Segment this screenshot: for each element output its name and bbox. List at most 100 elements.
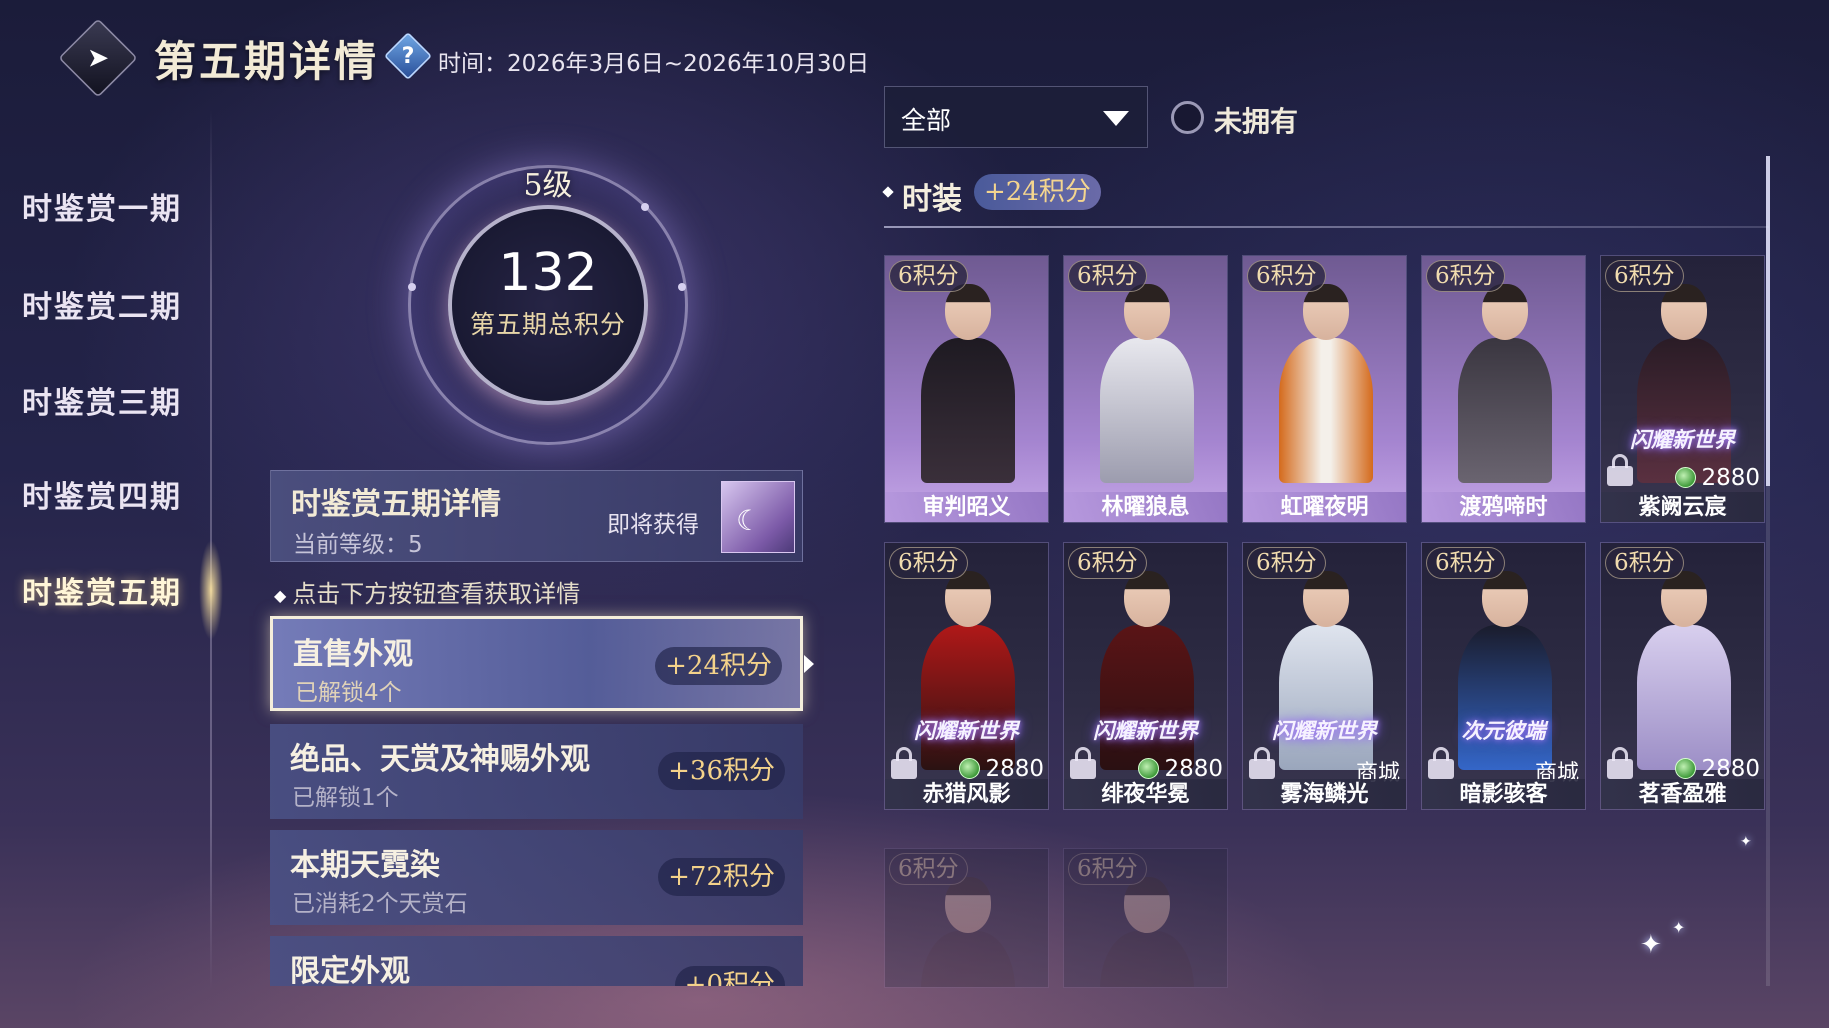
costume-card[interactable]: 6积分 闪耀新世界 商城 雾海鳞光 <box>1242 542 1407 810</box>
card-points-tag: 6积分 <box>889 547 968 579</box>
category-direct-sale[interactable]: 直售外观 已解锁4个 +24积分 <box>270 616 803 711</box>
costume-card[interactable]: 6积分 林曜狼息 <box>1063 255 1228 523</box>
ring-dot <box>641 203 649 211</box>
costume-card[interactable]: 6积分 闪耀新世界 2880 紫阙云宸 <box>1600 255 1765 523</box>
lock-icon <box>1607 747 1633 779</box>
costume-figure <box>915 867 1020 987</box>
detail-upcoming-label: 即将获得 <box>607 512 699 538</box>
jade-coin-icon <box>959 758 981 779</box>
brand-label: 次元彼端 <box>1461 718 1546 743</box>
unowned-radio[interactable] <box>1171 101 1204 134</box>
costume-figure <box>1094 867 1199 987</box>
ring-caption: 第五期总积分 <box>469 310 626 339</box>
brand-label: 闪耀新世界 <box>914 718 1019 743</box>
category-premium[interactable]: 绝品、天赏及神赐外观 已解锁1个 +36积分 <box>270 724 803 819</box>
price-label: 2880 <box>1675 464 1760 492</box>
category-points: +0积分 <box>674 966 785 986</box>
costume-card[interactable]: 6积分 闪耀新世界 2880 绯夜华冕 <box>1063 542 1228 810</box>
lock-icon <box>1428 747 1454 779</box>
costume-figure <box>915 274 1020 483</box>
figure-head <box>1124 571 1170 627</box>
sparkle-icon: ✦ <box>1740 834 1752 850</box>
category-limited[interactable]: 限定外观 +0积分 <box>270 936 803 986</box>
mask-reward-icon: ☾ <box>736 504 762 537</box>
costume-name: 赤猎风影 <box>885 779 1048 809</box>
ring-level: 5级 <box>523 168 573 203</box>
brand-label: 闪耀新世界 <box>1093 718 1198 743</box>
period-detail-card: 时鉴赏五期详情 当前等级：5 即将获得 ☾ <box>270 470 803 562</box>
costume-card[interactable]: 6积分 闪耀新世界 2880 赤猎风影 <box>884 542 1049 810</box>
figure-outfit <box>921 625 1015 770</box>
card-points-tag: 6积分 <box>1068 853 1147 885</box>
costume-card[interactable]: 6积分 渡鸦啼时 <box>1421 255 1586 523</box>
figure-outfit <box>1279 625 1373 770</box>
help-icon[interactable]: ? <box>383 31 433 81</box>
jade-coin-icon <box>1675 758 1697 779</box>
price-value: 2880 <box>1701 465 1760 491</box>
costume-card[interactable]: 6积分 2880 茗香盈雅 <box>1600 542 1765 810</box>
upcoming-reward-thumbnail[interactable]: ☾ <box>721 481 795 553</box>
nav-item-period-3[interactable]: 时鉴赏三期 <box>22 378 202 428</box>
nav-item-period-1[interactable]: 时鉴赏一期 <box>22 184 202 234</box>
figure-head <box>1303 571 1349 627</box>
sparkle-icon: ✦ <box>1672 918 1686 937</box>
card-points-tag: 6积分 <box>1068 547 1147 579</box>
costume-name: 虹曜夜明 <box>1243 492 1406 522</box>
diamond-bullet-icon: ◆ <box>274 586 287 605</box>
filter-value: 全部 <box>901 106 952 135</box>
jade-coin-icon <box>1138 758 1160 779</box>
costume-card[interactable]: 6积分虹曜夜明 <box>1242 255 1407 523</box>
active-pointer-icon <box>804 655 814 673</box>
costume-figure <box>1631 561 1736 770</box>
category-sub: 已解锁1个 <box>292 785 399 811</box>
figure-head <box>945 877 991 933</box>
nav-item-period-4[interactable]: 时鉴赏四期 <box>22 472 202 522</box>
detail-current-level: 当前等级：5 <box>293 532 423 558</box>
costume-figure <box>1273 274 1378 483</box>
lock-icon <box>1249 747 1275 779</box>
section-name: 时装 <box>902 182 962 217</box>
unowned-label: 未拥有 <box>1214 105 1299 138</box>
figure-outfit <box>1458 625 1552 770</box>
costume-name: 绯夜华冕 <box>1064 779 1227 809</box>
card-points-tag: 6积分 <box>1426 260 1505 292</box>
costume-card[interactable]: 6积分 <box>1063 848 1228 988</box>
hint-text: ◆ 点击下方按钮查看获取详情 <box>274 580 581 608</box>
category-dye[interactable]: 本期天霓染 已消耗2个天赏石 +72积分 <box>270 830 803 925</box>
figure-head <box>945 571 991 627</box>
figure-head <box>1482 571 1528 627</box>
card-points-tag: 6积分 <box>889 260 968 292</box>
nav-item-period-5[interactable]: 时鉴赏五期 <box>22 568 202 618</box>
figure-head <box>1661 284 1707 340</box>
back-button[interactable]: ➤ <box>58 18 138 98</box>
level-ring: 5级 132 第五期总积分 <box>408 165 688 445</box>
page-title: 第五期详情 <box>154 37 380 86</box>
costume-card[interactable]: 6积分 审判昭义 <box>884 255 1049 523</box>
category-points: +24积分 <box>655 647 782 685</box>
card-points-tag: 6积分 <box>1605 260 1684 292</box>
section-divider <box>884 226 1769 228</box>
chevron-down-icon <box>1103 111 1129 126</box>
section-points: +24积分 <box>974 174 1101 210</box>
category-points: +36积分 <box>658 752 785 790</box>
figure-head <box>1124 877 1170 933</box>
costume-name: 紫阙云宸 <box>1601 492 1764 522</box>
costume-card[interactable]: 6积分 次元彼端 商城 暗影骇客 <box>1421 542 1586 810</box>
lock-icon <box>891 747 917 779</box>
diamond-bullet-icon <box>882 186 894 198</box>
lock-icon <box>1607 454 1633 486</box>
filter-dropdown[interactable]: 全部 <box>884 86 1148 148</box>
category-name: 绝品、天赏及神赐外观 <box>290 742 590 777</box>
figure-head <box>945 284 991 340</box>
card-points-tag: 6积分 <box>889 853 968 885</box>
card-points-tag: 6积分 <box>1605 547 1684 579</box>
scrollbar-thumb[interactable] <box>1766 156 1770 486</box>
costume-name: 雾海鳞光 <box>1243 779 1406 809</box>
nav-item-period-2[interactable]: 时鉴赏二期 <box>22 282 202 332</box>
figure-head <box>1482 284 1528 340</box>
card-points-tag: 6积分 <box>1247 260 1326 292</box>
figure-outfit <box>1637 625 1731 770</box>
figure-outfit <box>921 931 1015 987</box>
costume-figure <box>1452 274 1557 483</box>
costume-card[interactable]: 6积分 <box>884 848 1049 988</box>
